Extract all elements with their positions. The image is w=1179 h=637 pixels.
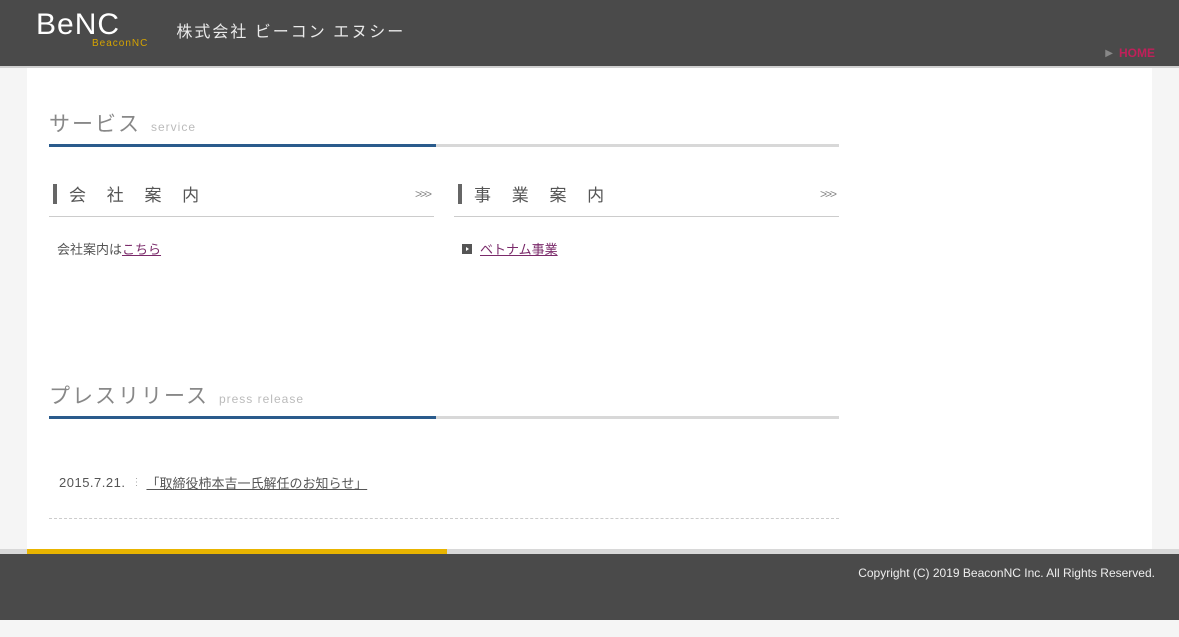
company-info-title: 会 社 案 内 [69, 181, 415, 206]
service-title-en: service [151, 120, 196, 134]
card-bar-icon [53, 184, 57, 204]
card-bar-icon [458, 184, 462, 204]
nav-arrow-icon: ▶ [1105, 48, 1113, 59]
company-info-link[interactable]: こちら [122, 242, 161, 257]
press-date: 2015.7.21. [59, 475, 125, 490]
company-info-text: 会社案内は [57, 242, 122, 257]
footer-accent-bar [0, 549, 1179, 554]
nav-home-link[interactable]: HOME [1119, 46, 1155, 60]
company-info-card: 会 社 案 内 >>> 会社案内はこちら [49, 175, 434, 280]
business-info-header[interactable]: 事 業 案 内 >>> [454, 175, 839, 217]
site-footer: Copyright (C) 2019 BeaconNC Inc. All Rig… [0, 554, 1179, 620]
vietnam-business-link[interactable]: ベトナム事業 [480, 239, 558, 258]
business-info-card: 事 業 案 内 >>> ベトナム事業 [454, 175, 839, 280]
company-info-body: 会社案内はこちら [49, 217, 434, 280]
press-title-en: press release [219, 392, 304, 406]
press-release-link[interactable]: 「取締役柿本吉一氏解任のお知らせ」 [146, 473, 367, 492]
bullet-arrow-icon [462, 244, 472, 254]
business-info-title: 事 業 案 内 [474, 181, 820, 206]
company-name: 株式会社 ビーコン エヌシー [176, 18, 405, 42]
site-header: BeNC BeaconNC 株式会社 ビーコン エヌシー ▶ HOME [0, 0, 1179, 68]
copyright-text: Copyright (C) 2019 BeaconNC Inc. All Rig… [858, 566, 1155, 580]
main-content: サービス service 会 社 案 内 >>> 会社案内はこちら 事 業 案 … [27, 68, 1152, 549]
top-nav: ▶ HOME [1105, 46, 1155, 60]
logo-text: BeNC [36, 10, 148, 40]
business-info-body: ベトナム事業 [454, 217, 839, 280]
chevron-right-icon: >>> [415, 187, 430, 201]
separator-dots-icon: ⋮ [131, 478, 140, 488]
chevron-right-icon: >>> [820, 187, 835, 201]
service-title-jp: サービス [49, 108, 141, 138]
press-section-title: プレスリリース press release [49, 380, 839, 410]
press-release-item: 2015.7.21. ⋮ 「取締役柿本吉一氏解任のお知らせ」 [49, 447, 839, 519]
section-underline [49, 144, 839, 147]
press-title-jp: プレスリリース [49, 380, 209, 410]
section-underline [49, 416, 839, 419]
service-section-title: サービス service [49, 108, 839, 138]
company-info-header[interactable]: 会 社 案 内 >>> [49, 175, 434, 217]
logo-subtext: BeaconNC [92, 38, 148, 49]
logo-area: BeNC BeaconNC 株式会社 ビーコン エヌシー [36, 10, 405, 49]
